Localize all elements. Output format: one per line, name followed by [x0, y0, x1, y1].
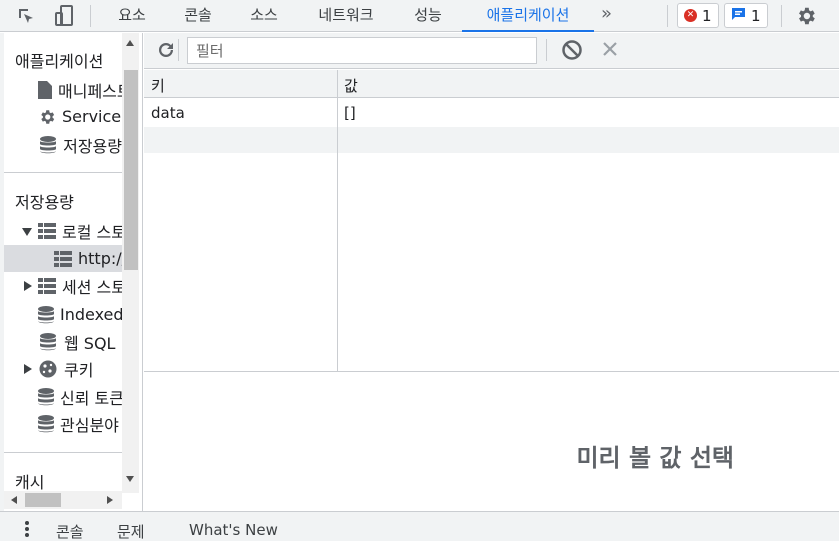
sidebar-item-indexeddb[interactable]: IndexedDB	[38, 301, 122, 328]
scroll-up-arrow-icon[interactable]	[126, 40, 134, 46]
sidebar-item-local-storage-origin[interactable]: http://	[4, 245, 122, 272]
sidebar-hscroll-thumb[interactable]	[25, 493, 61, 507]
preview-placeholder-text: 미리 볼 값 선택	[576, 444, 734, 472]
clear-all-block-icon[interactable]	[561, 39, 583, 65]
sidebar-item-storage-overview[interactable]: 저장용량	[38, 131, 122, 158]
expand-cookies-icon[interactable]	[24, 364, 32, 374]
error-icon: ✕	[684, 9, 697, 22]
scroll-right-arrow-icon[interactable]	[107, 496, 113, 504]
scroll-left-arrow-icon[interactable]	[11, 496, 17, 504]
column-header-value[interactable]: 값	[344, 75, 358, 96]
tab-console[interactable]: 콘솔	[170, 0, 226, 32]
drawer-tab-issues[interactable]: 문제	[117, 521, 145, 541]
sidebar-item-service-workers[interactable]: Service Workers	[38, 103, 122, 130]
sidebar-scroll-thumb[interactable]	[124, 70, 138, 270]
storage-data-grid: 키 값 data []	[144, 70, 839, 372]
refresh-icon[interactable]	[156, 40, 176, 64]
table-icon	[38, 276, 56, 296]
table-icon	[38, 221, 56, 241]
empty-row	[144, 127, 839, 153]
filter-input[interactable]	[187, 37, 537, 64]
scroll-down-arrow-icon[interactable]	[126, 476, 134, 482]
section-header-application: 애플리케이션	[15, 52, 104, 71]
gear-icon	[38, 107, 56, 127]
messages-badge[interactable]: 1	[724, 3, 768, 28]
tab-network[interactable]: 네트워크	[302, 0, 390, 32]
section-header-storage: 저장용량	[15, 193, 74, 212]
database-icon	[38, 414, 54, 434]
database-icon	[38, 332, 58, 352]
expand-session-storage-icon[interactable]	[24, 281, 32, 291]
sidebar-item-cookies[interactable]: 쿠키	[38, 355, 122, 382]
drawer-tab-console[interactable]: 콘솔	[56, 521, 84, 541]
sidebar-item-web-sql[interactable]: 웹 SQL	[38, 328, 122, 355]
settings-gear-icon[interactable]	[794, 4, 818, 28]
more-tabs-icon[interactable]: »	[601, 0, 612, 32]
sidebar-item-interest-groups[interactable]: 관심분야 그룹	[38, 410, 122, 437]
message-icon	[731, 7, 746, 25]
delete-selected-close-icon[interactable]	[601, 40, 619, 62]
drawer-tabbar: 콘솔 문제 What's New	[0, 511, 839, 541]
sidebar-item-manifest[interactable]: 매니페스트	[38, 76, 122, 103]
column-header-key[interactable]: 키	[151, 75, 165, 96]
error-badge[interactable]: ✕ 1	[677, 3, 719, 28]
table-icon	[54, 249, 72, 269]
database-icon	[38, 305, 54, 325]
section-header-cache: 캐시	[15, 473, 45, 492]
database-icon	[38, 135, 57, 155]
tab-sources[interactable]: 소스	[236, 0, 292, 32]
tab-application[interactable]: 애플리케이션	[462, 0, 594, 32]
inspect-element-icon[interactable]	[14, 4, 38, 28]
grid-header	[144, 70, 839, 98]
drawer-menu-icon[interactable]	[24, 520, 30, 541]
value-preview-pane: 미리 볼 값 선택	[144, 373, 839, 511]
error-count: 1	[702, 6, 712, 25]
tab-performance[interactable]: 성능	[400, 0, 456, 32]
message-count: 1	[751, 6, 761, 25]
tab-elements[interactable]: 요소	[104, 0, 160, 32]
devtools-toolbar: 요소 콘솔 소스 네트워크 성능 애플리케이션 » ✕ 1 1	[0, 0, 839, 32]
database-icon	[38, 387, 54, 407]
drawer-tab-whats-new[interactable]: What's New	[189, 521, 278, 539]
expand-local-storage-icon[interactable]	[22, 228, 32, 236]
table-row[interactable]: data []	[144, 99, 839, 127]
sidebar-horizontal-scrollbar[interactable]	[4, 491, 122, 509]
device-toolbar-icon[interactable]	[52, 4, 76, 28]
cookie-icon	[38, 359, 58, 379]
sidebar-item-local-storage[interactable]: 로컬 스토리지	[38, 217, 122, 244]
row-key-cell: data	[151, 104, 185, 122]
row-value-cell: []	[344, 104, 356, 122]
sidebar-item-session-storage[interactable]: 세션 스토리지	[38, 272, 122, 299]
sidebar-item-trust-tokens[interactable]: 신뢰 토큰	[38, 383, 122, 410]
document-icon	[38, 80, 52, 100]
